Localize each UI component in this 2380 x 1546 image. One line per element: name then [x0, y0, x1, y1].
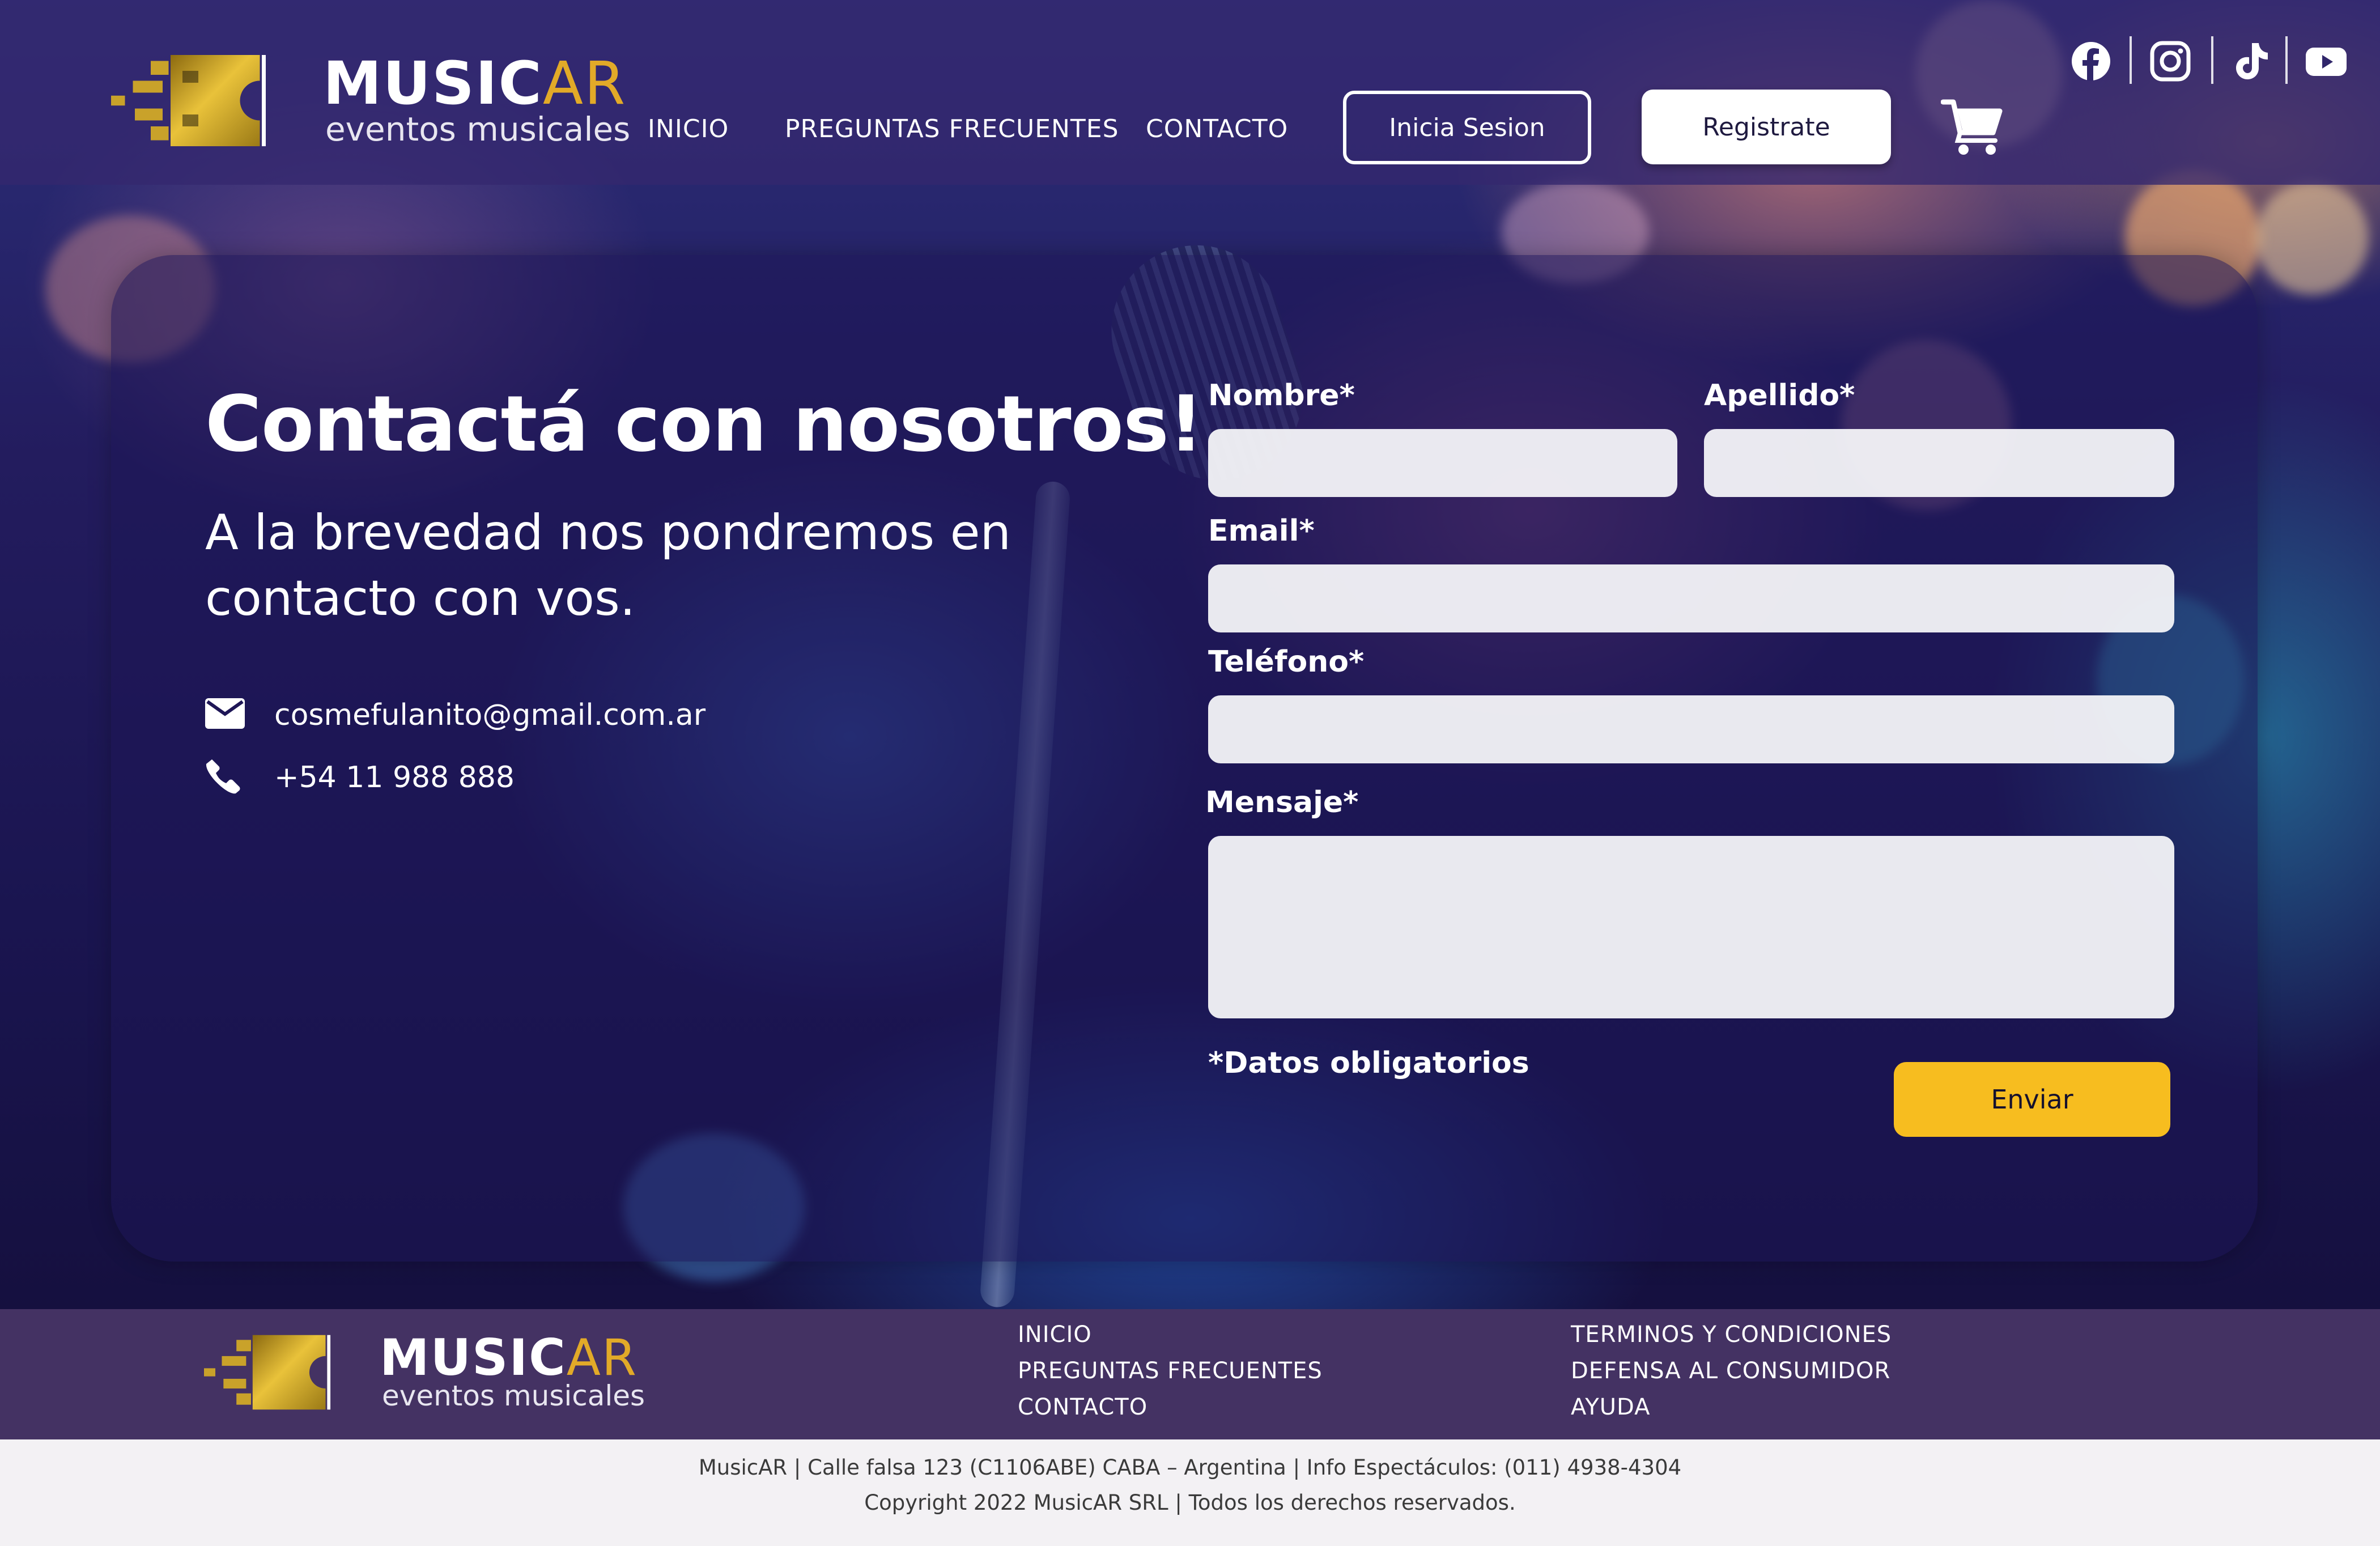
logo-graphic-icon: [204, 1335, 331, 1410]
page-title: Contactá con nosotros!: [205, 380, 1204, 469]
footer-link-terms[interactable]: TERMINOS Y CONDICIONES: [1571, 1322, 1892, 1348]
nombre-label: Nombre*: [1208, 379, 1355, 413]
copyright-text: Copyright 2022 MusicAR SRL | Todos los d…: [864, 1490, 1516, 1515]
brand-name: MUSICAR: [323, 49, 627, 118]
facebook-icon[interactable]: [2068, 39, 2114, 84]
login-button[interactable]: Inicia Sesion: [1343, 91, 1591, 164]
required-fields-note: *Datos obligatorios: [1208, 1046, 1529, 1080]
footer-link-faq[interactable]: PREGUNTAS FRECUENTES: [1018, 1358, 1323, 1384]
mensaje-label: Mensaje*: [1205, 785, 1359, 819]
contact-phone-text[interactable]: +54 11 988 888: [274, 761, 515, 795]
phone-icon: [206, 759, 240, 794]
apellido-label: Apellido*: [1704, 379, 1855, 413]
cart-icon[interactable]: [1941, 96, 2003, 156]
instagram-icon[interactable]: [2148, 39, 2193, 84]
apellido-input[interactable]: [1704, 429, 2174, 497]
mensaje-textarea[interactable]: [1208, 836, 2174, 1018]
social-separator: [2285, 36, 2288, 84]
nav-link-inicio[interactable]: INICIO: [648, 114, 729, 143]
footer-link-consumer-defense[interactable]: DEFENSA AL CONSUMIDOR: [1571, 1358, 1890, 1384]
social-separator: [2130, 36, 2132, 84]
brand-name: MUSICAR: [380, 1328, 638, 1387]
logo-graphic-icon: [111, 55, 266, 146]
telefono-label: Teléfono*: [1208, 645, 1365, 679]
brand-tagline: eventos musicales: [325, 110, 631, 148]
nav-link-faq[interactable]: PREGUNTAS FRECUENTES: [785, 114, 1119, 143]
footer-link-help[interactable]: AYUDA: [1571, 1394, 1650, 1420]
page-subtitle: A la brevedad nos pondremos en contacto …: [205, 504, 1011, 627]
telefono-input[interactable]: [1208, 695, 2174, 763]
email-input[interactable]: [1208, 564, 2174, 632]
brand-logo[interactable]: MUSICAR eventos musicales: [111, 49, 630, 153]
footer-link-contacto[interactable]: CONTACTO: [1018, 1394, 1148, 1420]
site-header: MUSICAR eventos musicales INICIO PREGUNT…: [0, 0, 2380, 185]
register-button[interactable]: Registrate: [1642, 90, 1891, 164]
tiktok-icon[interactable]: [2228, 39, 2273, 84]
youtube-icon[interactable]: [2304, 39, 2349, 84]
mail-icon: [205, 698, 245, 729]
footer-link-inicio[interactable]: INICIO: [1018, 1322, 1092, 1348]
nav-link-contacto[interactable]: CONTACTO: [1146, 114, 1288, 143]
brand-tagline: eventos musicales: [382, 1379, 645, 1412]
footer-brand-logo[interactable]: MUSICAR eventos musicales: [204, 1328, 669, 1417]
nombre-input[interactable]: [1208, 429, 1677, 497]
email-label: Email*: [1208, 514, 1315, 548]
contact-email-text[interactable]: cosmefulanito@gmail.com.ar: [274, 698, 706, 732]
submit-button[interactable]: Enviar: [1894, 1062, 2170, 1137]
company-info: MusicAR | Calle falsa 123 (C1106ABE) CAB…: [698, 1455, 1682, 1480]
social-separator: [2211, 36, 2213, 84]
